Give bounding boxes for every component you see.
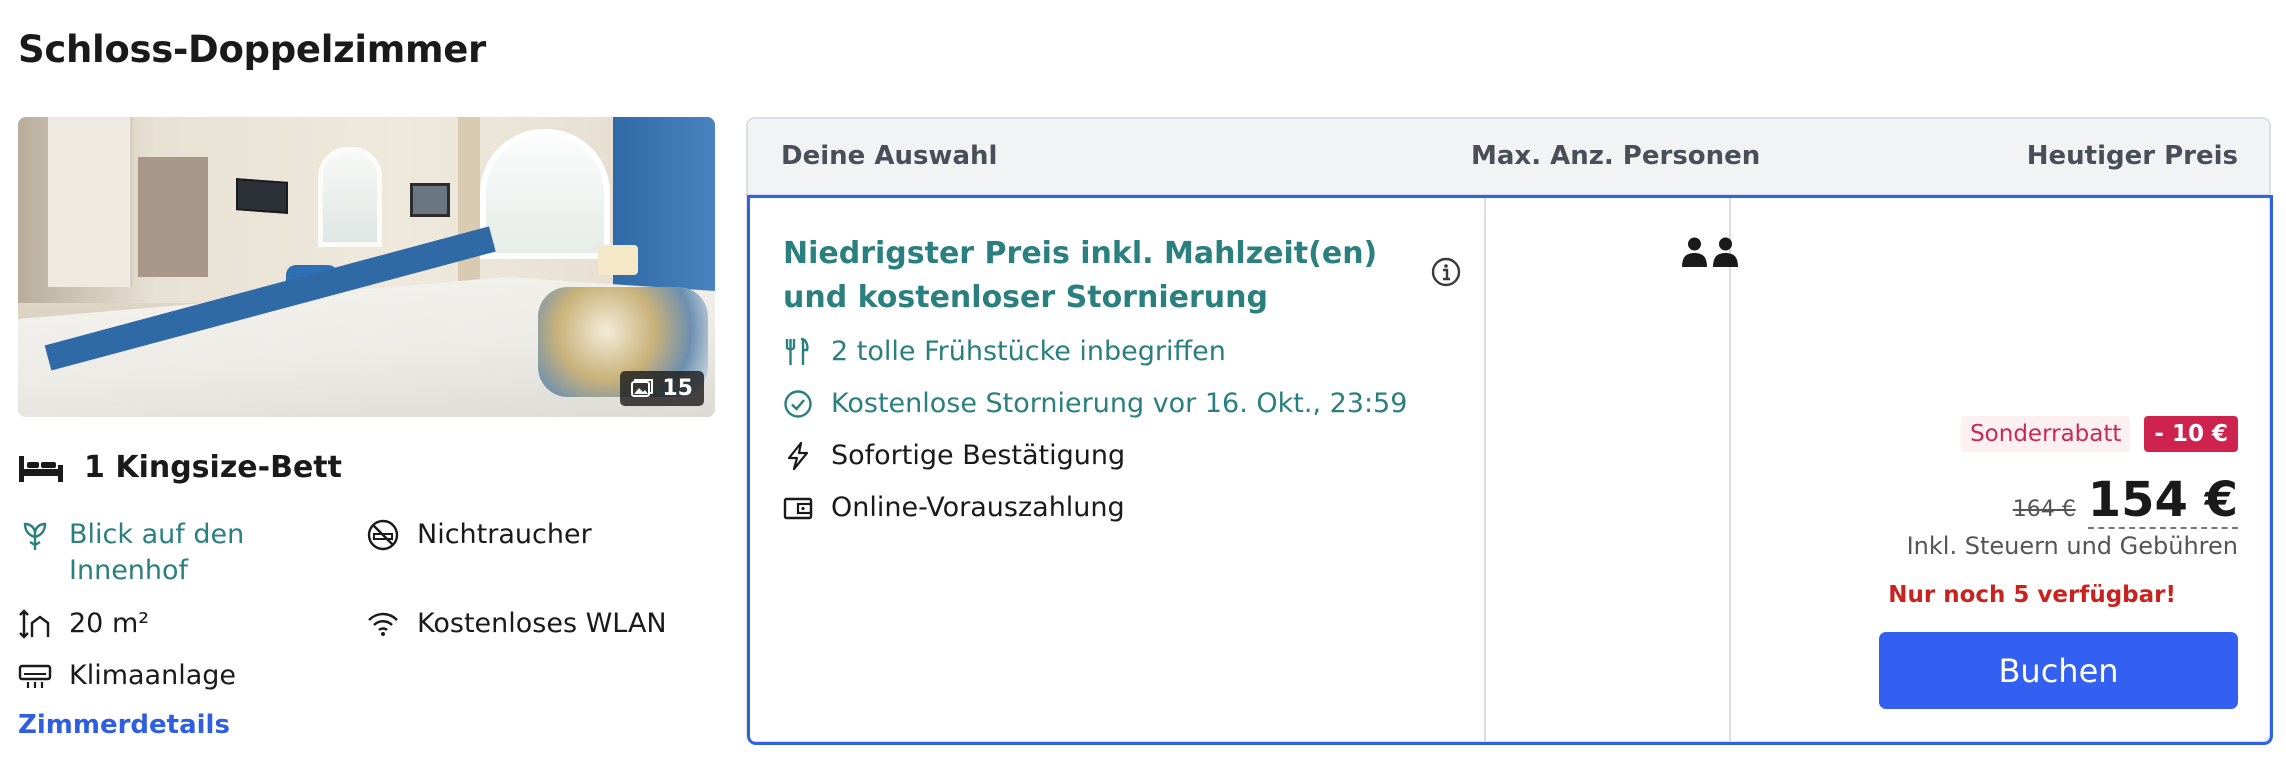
photo-picture-frame: [410, 183, 450, 217]
tree-icon: [23, 522, 47, 550]
condition-breakfast-label: 2 tolle Frühstücke inbegriffen: [831, 336, 1226, 367]
header-price: Heutiger Preis: [2026, 141, 2238, 171]
bed-icon: [19, 455, 63, 482]
current-price[interactable]: 154 €: [2087, 473, 2238, 529]
bed-info: 1 Kingsize-Bett: [18, 450, 342, 485]
offer-table: Deine Auswahl Max. Anz. Personen Heutige…: [746, 117, 2273, 745]
room-size-icon: [19, 609, 50, 639]
photo-tv: [236, 178, 288, 214]
facility-size: 20 m²: [18, 606, 149, 642]
photo-window-left: [318, 147, 382, 247]
header-persons: Max. Anz. Personen: [1471, 141, 1761, 171]
room-title: Schloss-Doppelzimmer: [18, 28, 486, 71]
condition-payment: Online-Vorauszahlung: [783, 492, 1125, 523]
room-photo[interactable]: 15: [18, 117, 715, 417]
photo-door: [48, 117, 133, 287]
facility-non-smoking: Nichtraucher: [366, 517, 592, 553]
facility-size-label: 20 m²: [69, 608, 150, 639]
person-icon: [1682, 237, 1707, 267]
photo-lamp: [598, 245, 638, 275]
discount-label: Sonderrabatt: [1961, 416, 2131, 452]
offer-row: Niedrigster Preis inkl. Mahlzeit(en) und…: [747, 195, 2273, 745]
lightning-icon: [787, 441, 809, 470]
info-icon[interactable]: [1429, 255, 1463, 289]
gallery-icon: [631, 378, 654, 397]
discount-info: Sonderrabatt - 10 €: [1961, 416, 2238, 452]
photo-count: 15: [662, 376, 693, 401]
facility-non-smoking-label: Nichtraucher: [417, 519, 592, 550]
photo-curtain: [458, 117, 480, 287]
facility-ac-label: Klimaanlage: [69, 660, 237, 691]
bed-label: 1 Kingsize-Bett: [84, 450, 342, 485]
price-row: 164 € 154 €: [2013, 473, 2238, 529]
facility-view: Blick auf den Innenhof: [18, 517, 348, 589]
header-selection: Deine Auswahl: [781, 141, 998, 171]
old-price: 164 €: [2012, 497, 2076, 522]
facility-ac: Klimaanlage: [18, 658, 236, 694]
person-icon: [1713, 237, 1738, 267]
facility-wifi: Kostenloses WLAN: [366, 606, 667, 642]
photo-count-badge[interactable]: 15: [620, 371, 704, 406]
column-divider: [1729, 198, 1731, 742]
table-header: Deine Auswahl Max. Anz. Personen Heutige…: [748, 119, 2269, 195]
check-circle-icon: [784, 389, 812, 418]
wifi-icon: [368, 612, 398, 636]
tax-note: Inkl. Steuern und Gebühren: [1906, 532, 2238, 560]
column-divider: [1484, 198, 1486, 742]
condition-cancellation: Kostenlose Stornierung vor 16. Okt., 23:…: [783, 388, 1407, 419]
room-details-link[interactable]: Zimmerdetails: [18, 710, 230, 740]
facility-wifi-label: Kostenloses WLAN: [417, 608, 667, 639]
cutlery-icon: [785, 337, 809, 365]
condition-cancellation-label: Kostenlose Stornierung vor 16. Okt., 23:…: [831, 388, 1408, 419]
condition-confirmation: Sofortige Bestätigung: [783, 440, 1125, 471]
discount-badge: - 10 €: [2144, 416, 2238, 452]
condition-confirmation-label: Sofortige Bestätigung: [831, 440, 1126, 471]
photo-window-right: [480, 129, 610, 259]
no-smoking-icon: [367, 519, 399, 551]
condition-payment-label: Online-Vorauszahlung: [831, 492, 1125, 523]
price-column: Sonderrabatt - 10 € 164 € 154 € Inkl. St…: [1778, 198, 2238, 742]
availability-warning: Nur noch 5 verfügbar!: [1888, 582, 2176, 608]
facility-view-label: Blick auf den Innenhof: [69, 519, 245, 586]
condition-breakfast: 2 tolle Frühstücke inbegriffen: [783, 336, 1226, 367]
wallet-icon: [783, 497, 813, 519]
air-conditioning-icon: [18, 664, 52, 688]
photo-bathroom: [138, 157, 208, 277]
book-button[interactable]: Buchen: [1879, 632, 2238, 709]
offer-title: Niedrigster Preis inkl. Mahlzeit(en) und…: [783, 236, 1378, 315]
